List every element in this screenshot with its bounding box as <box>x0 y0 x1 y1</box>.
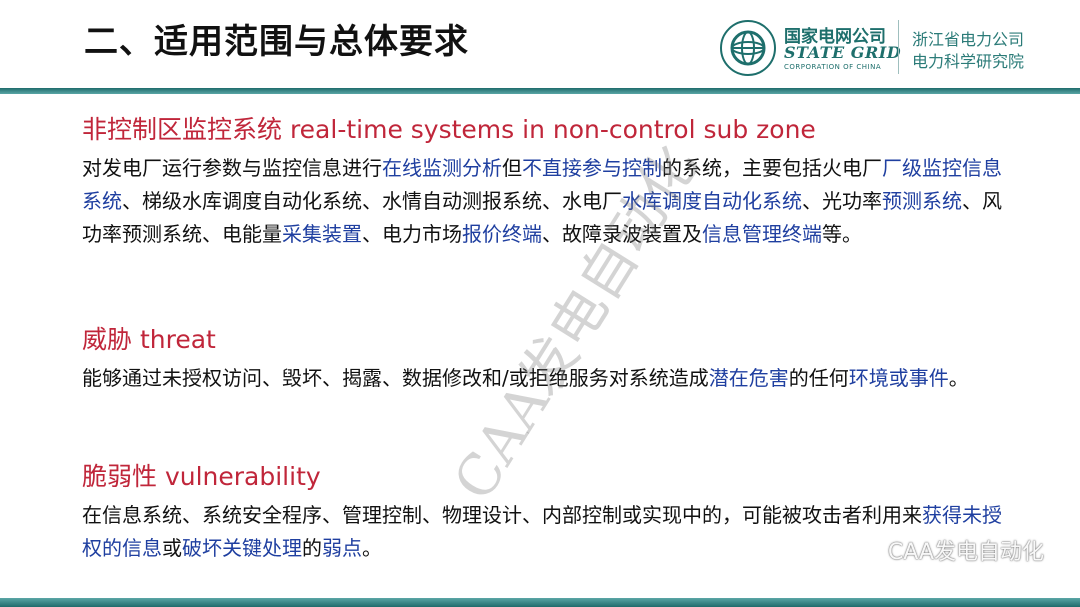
section-heading: 非控制区监控系统 real-time systems in non-contro… <box>82 115 816 144</box>
wechat-watermark: CAA发电自动化 <box>851 534 1044 566</box>
slide-title: 二、适用范围与总体要求 <box>84 22 469 62</box>
logo-divider <box>898 20 899 74</box>
highlighted-term: 预测系统 <box>882 189 962 213</box>
body-text: 对发电厂运行参数与监控信息进行 <box>82 156 382 180</box>
body-text: 的任何 <box>788 366 849 390</box>
highlighted-term: 环境或事件 <box>848 366 949 390</box>
body-text: 、梯级水库调度自动化系统、水情自动测报系统、水电厂 <box>122 189 622 213</box>
body-text: 、光功率 <box>802 189 882 213</box>
highlighted-term: 报价终端 <box>462 222 542 246</box>
body-text: 。 <box>948 366 969 390</box>
highlighted-term: 信息管理终端 <box>702 222 822 246</box>
section-body: 对发电厂运行参数与监控信息进行在线监测分析但不直接参与控制的系统，主要包括火电厂… <box>82 152 1002 251</box>
section-non-control-zone: 非控制区监控系统 real-time systems in non-contro… <box>82 110 1002 251</box>
section-heading: 脆弱性 vulnerability <box>82 462 321 491</box>
body-text: 但 <box>502 156 522 180</box>
body-text: 等。 <box>822 222 862 246</box>
institute-line-1: 浙江省电力公司 <box>912 30 1025 49</box>
highlighted-term: 采集装置 <box>282 222 362 246</box>
footer-divider <box>0 598 1080 607</box>
institute-line-2: 电力科学研究院 <box>912 52 1025 71</box>
highlighted-term: 破坏关键处理 <box>182 536 302 560</box>
body-text: 、电力市场 <box>362 222 462 246</box>
brand-subtitle: CORPORATION OF CHINA <box>784 63 882 71</box>
wechat-icon <box>851 538 882 561</box>
wechat-account-name: CAA发电自动化 <box>887 540 1044 565</box>
highlighted-term: 在线监测分析 <box>382 156 502 180</box>
body-text: 能够通过未授权访问、毁坏、揭露、数据修改和/或拒绝服务对系统造成 <box>82 366 709 390</box>
body-text: 或 <box>162 536 182 560</box>
brand-name-en: STATE GRID <box>784 43 902 62</box>
state-grid-emblem-icon <box>720 20 776 76</box>
state-grid-logo: 国家电网公司 STATE GRID CORPORATION OF CHINA 浙… <box>718 18 1063 78</box>
body-text: 。 <box>362 536 382 560</box>
header-divider <box>0 88 1080 94</box>
highlighted-term: 弱点 <box>322 536 362 560</box>
body-text: 的 <box>302 536 322 560</box>
highlighted-term: 潜在危害 <box>708 366 789 390</box>
